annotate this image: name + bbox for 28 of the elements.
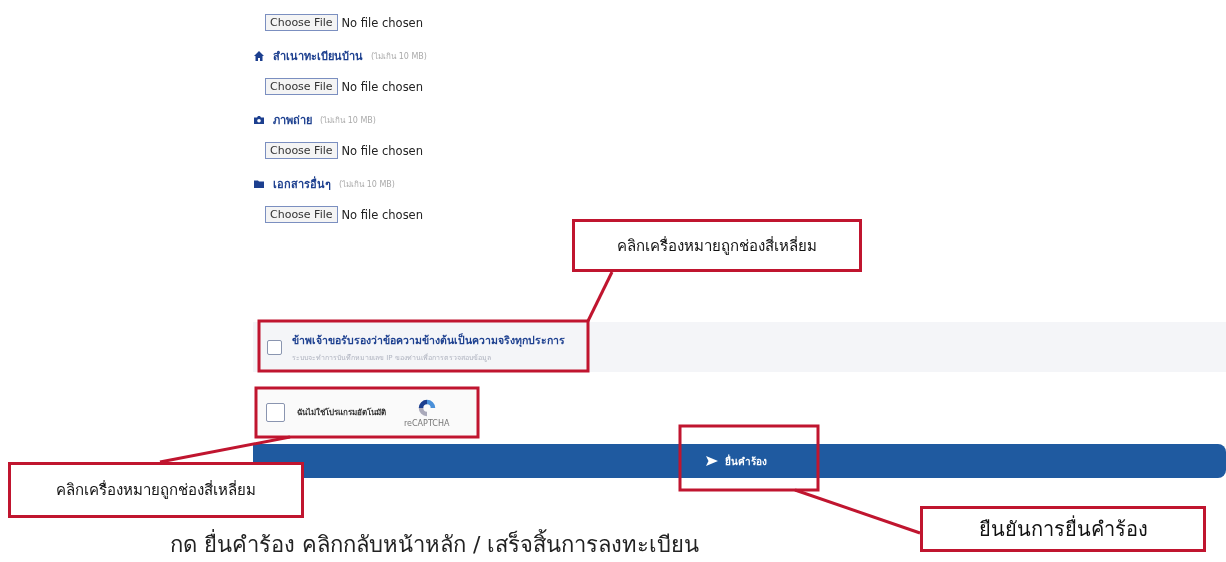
- captcha-label: ฉันไม่ใช่โปรแกรมอัตโนมัติ: [297, 406, 386, 419]
- callout-text: คลิกเครื่องหมายถูกช่องสี่เหลี่ยม: [56, 479, 256, 501]
- file-status: No file chosen: [341, 79, 423, 94]
- certify-checkbox[interactable]: [267, 339, 282, 355]
- captcha-checkbox[interactable]: [266, 403, 285, 422]
- callout-text: ยืนยันการยื่นคำร้อง: [978, 514, 1148, 543]
- send-icon: [705, 455, 719, 467]
- choose-file-button[interactable]: Choose File: [265, 14, 338, 31]
- folder-icon: [253, 178, 265, 190]
- choose-file-button[interactable]: Choose File: [265, 78, 338, 95]
- size-note: (ไม่เกิน 10 MB): [339, 178, 395, 191]
- callout-text: คลิกเครื่องหมายถูกช่องสี่เหลี่ยม: [617, 235, 817, 257]
- captcha-brand: reCAPTCHA: [404, 419, 450, 428]
- choose-file-button[interactable]: Choose File: [265, 206, 338, 223]
- certify-label: ข้าพเจ้าขอรับรองว่าข้อความข้างต้นเป็นความจริงทุกประการ: [292, 332, 565, 349]
- size-note: (ไม่เกิน 10 MB): [320, 114, 376, 127]
- field-label: ภาพถ่าย: [273, 113, 312, 129]
- camera-icon: [253, 114, 265, 126]
- file-status: No file chosen: [341, 207, 423, 222]
- caption: กด ยื่นคำร้อง คลิกกลับหน้าหลัก / เสร็จสิ้นการลงทะเบียน: [170, 530, 700, 560]
- file-status: No file chosen: [341, 15, 423, 30]
- field-label: สำเนาทะเบียนบ้าน: [273, 49, 363, 65]
- field-label: เอกสารอื่นๆ: [273, 175, 331, 193]
- file-status: No file chosen: [341, 143, 423, 158]
- home-icon: [253, 50, 265, 62]
- size-note: (ไม่เกิน 10 MB): [371, 50, 427, 63]
- choose-file-button[interactable]: Choose File: [265, 142, 338, 159]
- submit-button[interactable]: ยื่นคำร้อง: [253, 444, 1226, 478]
